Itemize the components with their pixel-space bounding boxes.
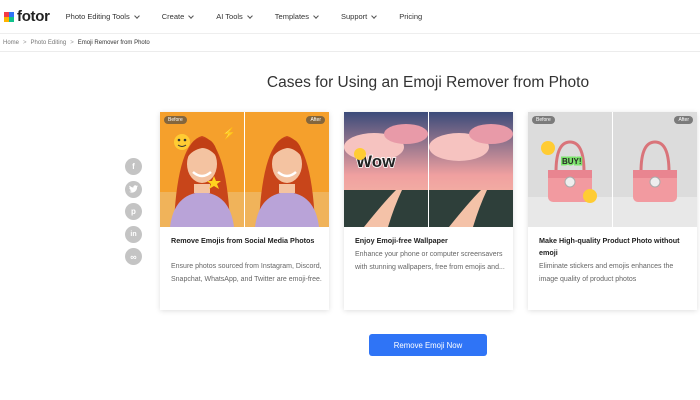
pinterest-icon[interactable]: p [125,203,142,220]
card-title: Remove Emojis from Social Media Photos [171,236,315,245]
chevron-down-icon [246,12,253,19]
after-badge: After [306,116,325,124]
breadcrumb-home[interactable]: Home [3,40,19,46]
buy-sticker-text: BUY! [562,157,582,166]
before-image: BUY! Before [528,112,612,227]
case-card-wallpaper: Wow Enjoy Emoji-free Wallpaper Enhance y… [344,112,513,310]
before-image: ⚡ Before [160,112,244,227]
chevron-down-icon [188,12,195,19]
card-image: BUY! Before After [528,112,697,227]
menu-item-label: Pricing [399,12,423,21]
chevron-down-icon [313,12,319,19]
menu-item-create[interactable]: Create [161,12,195,21]
card-title: Make High-quality Product Photo without … [539,236,680,257]
twitter-icon[interactable] [125,180,142,198]
breadcrumb-separator: > [23,40,27,46]
menu-item-label: Support [340,12,368,21]
page-title: Cases for Using an Emoji Remover from Ph… [266,74,590,91]
menu-item-ai-tools[interactable]: AI Tools [216,12,253,21]
link-icon[interactable]: ∞ [125,248,142,265]
fotor-logo[interactable]: fotor [4,8,50,25]
share-sidebar: f p in ∞ [125,158,142,271]
after-image [429,112,513,227]
menu-item-label: Create [161,12,185,21]
remove-emoji-now-button[interactable]: Remove Emoji Now [369,334,487,356]
main-menu: Photo Editing Tools Create AI Tools Temp… [66,12,446,21]
after-badge: After [674,116,693,124]
top-nav: fotor Photo Editing Tools Create AI Tool… [0,0,700,34]
after-image: After [245,112,329,227]
breadcrumb-photo-editing[interactable]: Photo Editing [31,40,67,46]
menu-item-support[interactable]: Support [340,12,378,21]
logo-mark-icon [4,11,14,22]
menu-item-templates[interactable]: Templates [274,12,319,21]
breadcrumb: Home > Photo Editing > Emoji Remover fro… [3,38,150,48]
linkedin-icon[interactable]: in [125,225,142,243]
after-image: After [613,112,697,227]
breadcrumb-separator: > [70,40,74,46]
card-title: Enjoy Emoji-free Wallpaper [355,236,448,245]
menu-item-label: AI Tools [216,12,243,21]
before-image: Wow [344,112,428,227]
breadcrumb-divider [0,51,700,52]
logo-text: fotor [17,8,50,25]
card-description: Ensure photos sourced from Instagram, Di… [171,263,322,283]
card-image: ⚡ Before After [160,112,329,227]
menu-item-label: Templates [274,12,309,21]
card-description: Eliminate stickers and emojis enhances t… [539,263,674,283]
chevron-down-icon [133,12,140,19]
menu-item-label: Photo Editing Tools [65,12,130,21]
card-image: Wow [344,112,513,227]
menu-item-photo-editing-tools[interactable]: Photo Editing Tools [65,12,140,21]
card-description: Enhance your phone or computer screensav… [355,251,505,271]
before-badge: Before [164,116,187,124]
case-card-social-media: ⚡ Before After Remove Emojis from Social… [160,112,329,310]
case-card-product-photo: BUY! Before After Make High-quality Prod… [528,112,697,310]
before-badge: Before [532,116,555,124]
svg-text:⚡: ⚡ [222,127,236,140]
facebook-icon[interactable]: f [125,158,142,175]
chevron-down-icon [371,12,378,19]
breadcrumb-current: Emoji Remover from Photo [77,40,150,46]
menu-item-pricing[interactable]: Pricing [399,12,422,21]
